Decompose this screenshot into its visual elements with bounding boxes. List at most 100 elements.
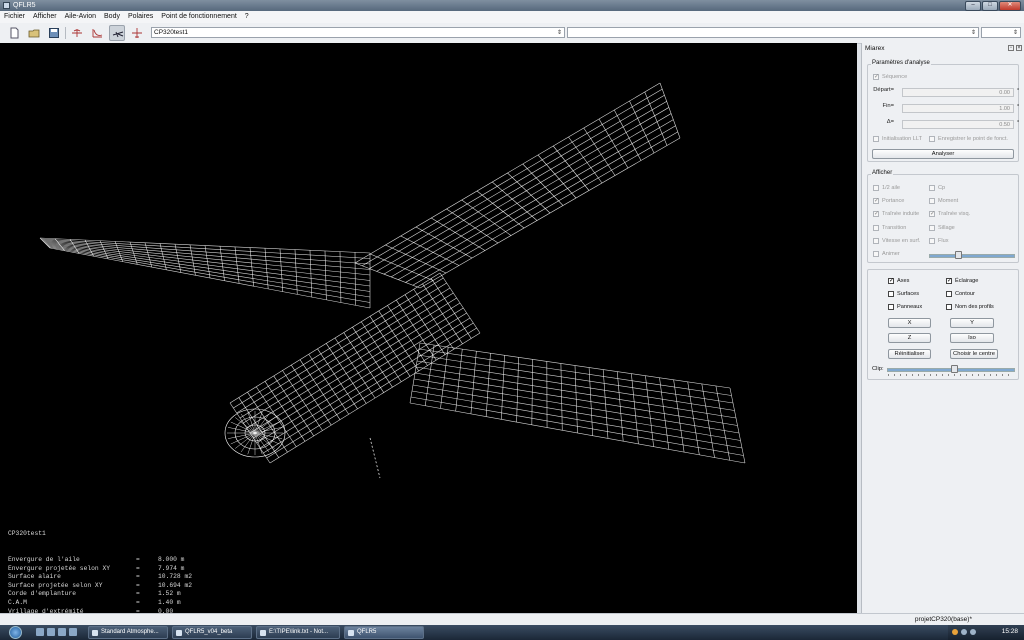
explorer-icon[interactable] [47, 628, 55, 636]
tray-icon[interactable] [961, 629, 967, 635]
task-qflr5-beta[interactable]: QFLR5_v04_beta [172, 626, 252, 639]
info-value: 10.694 m2 [158, 581, 193, 589]
plane-select[interactable]: CP320test1 ⇕ [151, 27, 565, 38]
foil-names-checkbox[interactable]: Nom des profils [946, 304, 994, 310]
lift-checkbox[interactable]: ✓ Portance [873, 198, 904, 204]
taskbar: Standard Atmosphe... QFLR5_v04_beta E:\T… [0, 625, 1024, 640]
cp-label: Cp [938, 185, 946, 191]
start-field[interactable]: 0.00 [902, 88, 1014, 97]
display-group-title: Afficher [871, 170, 894, 176]
start-button[interactable] [5, 625, 27, 640]
induced-drag-checkbox[interactable]: ✓ Traînée induite [873, 211, 919, 217]
menu-fichier[interactable]: Fichier [0, 11, 29, 23]
plane-view-icon[interactable] [129, 25, 145, 41]
info-value: 1.40 m [158, 598, 181, 606]
minimize-button[interactable]: – [965, 1, 981, 11]
start-label: Départ= [873, 87, 894, 93]
lighting-label: Éclairage [955, 278, 979, 284]
menu-point-de-fonctionnement[interactable]: Point de fonctionnement [157, 11, 241, 23]
info-value: 10.728 m2 [158, 573, 193, 581]
z-view-button[interactable]: Z [888, 333, 931, 343]
axes-checkbox[interactable]: ✓ Axes [888, 278, 909, 284]
menu-aile-avion[interactable]: Aile-Avion [61, 11, 100, 23]
open-folder-icon[interactable] [26, 25, 42, 41]
init-llt-checkbox[interactable]: Initialisation LLT [873, 136, 922, 142]
float-panel-icon[interactable]: ▫ [1008, 45, 1014, 51]
info-row: Envergure projetée selon XY = 7.974 m [8, 565, 192, 574]
animation-speed-thumb[interactable] [955, 251, 963, 259]
new-file-icon[interactable] [6, 25, 22, 41]
info-row: Envergure de l'aile = 8.000 m [8, 556, 192, 565]
moment-label: Moment [938, 198, 959, 204]
surfaces-checkbox[interactable]: Surfaces [888, 291, 919, 297]
transition-checkbox[interactable]: Transition [873, 225, 906, 231]
show-desktop-icon[interactable] [36, 628, 44, 636]
iso-view-button[interactable]: Iso [950, 333, 994, 343]
menu-polaires[interactable]: Polaires [124, 11, 157, 23]
opp-select[interactable]: ⇕ [981, 27, 1021, 38]
reset-view-button[interactable]: Réinitialiser [888, 349, 931, 359]
polar-view-icon[interactable] [89, 25, 105, 41]
menu-afficher[interactable]: Afficher [29, 11, 61, 23]
foil-view-icon[interactable] [69, 25, 85, 41]
flow-checkbox[interactable]: Flux [929, 238, 949, 244]
delta-unit: ° [1017, 120, 1020, 126]
clock: 15:28 [1001, 628, 1018, 635]
flow-label: Flux [938, 238, 949, 244]
3d-view-icon[interactable] [109, 25, 125, 41]
store-opp-checkbox[interactable]: Enregistrer le point de fonct. [929, 136, 1008, 142]
info-equals: = [136, 581, 140, 589]
task-qflr5[interactable]: QFLR5 [344, 626, 424, 639]
sequence-checkbox[interactable]: ✓ Séquence [873, 74, 907, 80]
volume-icon[interactable] [970, 629, 976, 635]
analysis-group-title: Paramètres d'analyse [871, 60, 931, 66]
maximize-button[interactable]: □ [982, 1, 998, 11]
end-unit: ° [1017, 104, 1020, 110]
menu-body[interactable]: Body [100, 11, 124, 23]
delta-field[interactable]: 0.50 [902, 120, 1014, 129]
info-row: C.A.M = 1.40 m [8, 599, 192, 608]
outline-checkbox[interactable]: Contour [946, 291, 975, 297]
wake-label: Sillage [938, 225, 955, 231]
clip-slider[interactable] [887, 365, 1015, 376]
ie-icon[interactable] [58, 628, 66, 636]
store-opp-label: Enregistrer le point de fonct. [938, 136, 1008, 142]
task-notepad[interactable]: E:\TIPE\link.txt - Not... [256, 626, 340, 639]
viscous-drag-checkbox[interactable]: ✓ Traînée visq. [929, 211, 970, 217]
lighting-checkbox[interactable]: ✓ Éclairage [946, 278, 978, 284]
y-view-button[interactable]: Y [950, 318, 994, 328]
window-title: QFLR5 [13, 2, 36, 9]
cp-checkbox[interactable]: Cp [929, 185, 945, 191]
animate-checkbox[interactable]: Animer [873, 251, 900, 257]
x-view-button[interactable]: X [888, 318, 931, 328]
tray-icon[interactable] [952, 629, 958, 635]
info-value: 1.52 m [158, 590, 181, 598]
foil-names-label: Nom des profils [955, 304, 994, 310]
info-equals: = [136, 555, 140, 563]
half-wing-checkbox[interactable]: 1/2 aile [873, 185, 900, 191]
window-switch-icon[interactable] [69, 628, 77, 636]
viscous-drag-label: Traînée visq. [938, 211, 971, 217]
analyze-button[interactable]: Analyser [872, 149, 1014, 159]
outline-label: Contour [955, 291, 975, 297]
menu-help[interactable]: ? [241, 11, 253, 23]
panels-checkbox[interactable]: Panneaux [888, 304, 922, 310]
polar-select[interactable]: ⇕ [567, 27, 979, 38]
info-equals: = [136, 573, 140, 581]
wake-checkbox[interactable]: Sillage [929, 225, 955, 231]
save-icon[interactable] [46, 25, 62, 41]
info-label: Corde d'emplanture [8, 590, 77, 598]
task-label: QFLR5 [357, 629, 377, 635]
close-button[interactable]: ✕ [999, 1, 1021, 11]
close-panel-icon[interactable]: × [1016, 45, 1022, 51]
task-standard-atmosphere[interactable]: Standard Atmosphe... [88, 626, 168, 639]
end-field[interactable]: 1.00 [902, 104, 1014, 113]
lift-label: Portance [882, 198, 905, 204]
animation-speed-slider[interactable] [929, 251, 1015, 259]
surface-speed-checkbox[interactable]: Vitesse en surf. [873, 238, 920, 244]
panels-label: Panneaux [897, 304, 923, 310]
3d-viewport[interactable]: CP320test1 Envergure de l'aile = 8.000 m En… [0, 43, 857, 613]
clip-slider-thumb[interactable] [951, 365, 958, 373]
choose-center-button[interactable]: Choisir le centre [950, 349, 998, 359]
moment-checkbox[interactable]: Moment [929, 198, 958, 204]
